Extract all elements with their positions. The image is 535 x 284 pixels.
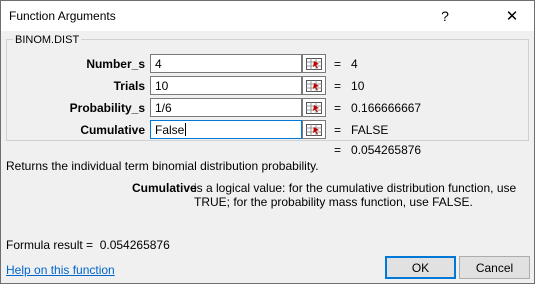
arg-value-cumulative: = FALSE xyxy=(334,123,388,137)
equals-sign: = xyxy=(334,101,342,115)
title-bar: Function Arguments ? ✕ xyxy=(1,1,534,31)
trials-evaluated: 10 xyxy=(351,79,365,93)
dialog-title: Function Arguments xyxy=(9,9,116,23)
probability-s-input[interactable]: 1/6 xyxy=(150,98,302,117)
equals-sign: = xyxy=(334,143,342,157)
number-s-input-text: 4 xyxy=(155,56,162,71)
arg-label-probability-s: Probability_s xyxy=(69,101,145,115)
probability-s-input-text: 1/6 xyxy=(155,100,172,115)
probability-s-evaluated: 0.166666667 xyxy=(351,101,422,115)
arg-value-probability-s: = 0.166666667 xyxy=(334,101,421,115)
function-description: Returns the individual term binomial dis… xyxy=(6,159,319,173)
trials-input-text: 10 xyxy=(155,78,169,93)
close-icon[interactable]: ✕ xyxy=(490,1,534,31)
arg-label-trials: Trials xyxy=(113,79,145,93)
help-icon[interactable]: ? xyxy=(423,1,467,31)
trials-input[interactable]: 10 xyxy=(150,76,302,95)
arg-value-trials: = 10 xyxy=(334,79,364,93)
ok-button[interactable]: OK xyxy=(385,256,456,279)
argument-help-text: is a logical value: for the cumulative d… xyxy=(194,181,517,209)
cumulative-evaluated: FALSE xyxy=(351,123,389,137)
number-s-evaluated: 4 xyxy=(351,57,358,71)
cumulative-input[interactable]: False xyxy=(150,120,302,139)
collapse-dialog-button-number-s[interactable] xyxy=(302,54,326,73)
arg-label-number-s: Number_s xyxy=(86,57,145,71)
function-result-value: 0.054265876 xyxy=(351,143,422,157)
equals-sign: = xyxy=(334,57,342,71)
text-caret xyxy=(185,123,187,136)
formula-result-label: Formula result = xyxy=(6,238,94,252)
equals-sign: = xyxy=(334,123,342,137)
collapse-dialog-button-trials[interactable] xyxy=(302,76,326,95)
range-select-icon xyxy=(306,123,322,136)
range-select-icon xyxy=(306,79,322,92)
equals-sign: = xyxy=(334,79,342,93)
cancel-button[interactable]: Cancel xyxy=(459,256,530,279)
arg-label-cumulative: Cumulative xyxy=(80,123,145,137)
formula-result-value: 0.054265876 xyxy=(99,238,170,252)
collapse-dialog-button-probability-s[interactable] xyxy=(302,98,326,117)
function-result: = 0.054265876 xyxy=(334,143,421,157)
number-s-input[interactable]: 4 xyxy=(150,54,302,73)
help-on-function-link[interactable]: Help on this function xyxy=(6,263,115,277)
range-select-icon xyxy=(306,101,322,114)
function-name: BINOM.DIST xyxy=(13,34,82,46)
collapse-dialog-button-cumulative[interactable] xyxy=(302,120,326,139)
function-arguments-dialog: Function Arguments ? ✕ BINOM.DIST Number… xyxy=(0,0,535,284)
formula-result: Formula result = 0.054265876 xyxy=(6,238,170,252)
range-select-icon xyxy=(306,57,322,70)
arg-value-number-s: = 4 xyxy=(334,57,358,71)
cumulative-input-text: False xyxy=(155,122,185,137)
argument-help-name: Cumulative xyxy=(132,181,197,195)
